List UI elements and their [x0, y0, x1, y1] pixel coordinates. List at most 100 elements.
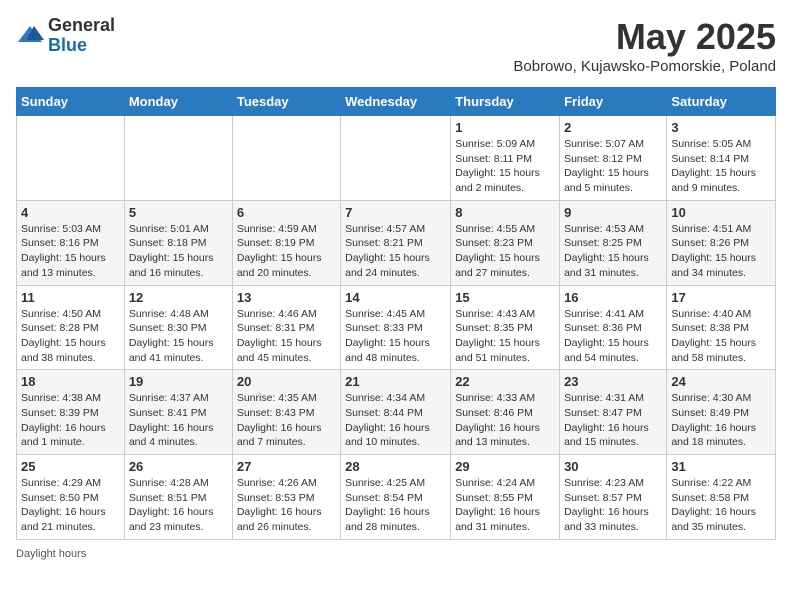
calendar-week-row: 11 Sunrise: 4:50 AMSunset: 8:28 PMDayligh… — [17, 285, 776, 370]
calendar-cell: 12 Sunrise: 4:48 AMSunset: 8:30 PMDayligh… — [124, 285, 232, 370]
day-number: 4 — [21, 205, 120, 220]
month-title: May 2025 — [513, 16, 776, 58]
day-number: 28 — [345, 459, 446, 474]
title-block: May 2025 Bobrowo, Kujawsko-Pomorskie, Po… — [513, 16, 776, 75]
calendar-cell: 30Sunrise: 4:23 AMSunset: 8:57 PMDayligh… — [560, 455, 667, 540]
calendar-cell: 29 Sunrise: 4:24 AMSunset: 8:55 PMDayligh… — [451, 455, 560, 540]
day-number: 11 — [21, 290, 120, 305]
day-info: Sunrise: 4:30 AMSunset: 8:49 PMDaylight:… — [671, 391, 771, 450]
calendar-cell: 25Sunrise: 4:29 AMSunset: 8:50 PMDayligh… — [17, 455, 125, 540]
day-info: Sunrise: 4:22 AMSunset: 8:58 PMDaylight:… — [671, 476, 771, 535]
calendar-cell — [232, 116, 340, 201]
day-number: 18 — [21, 374, 120, 389]
location: Bobrowo, Kujawsko-Pomorskie, Poland — [513, 58, 776, 75]
day-info: Sunrise: 5:09 AMSunset: 8:11 PMDaylight:… — [455, 137, 555, 196]
day-info: Sunrise: 4:43 AMSunset: 8:35 PMDaylight:… — [455, 307, 555, 366]
header: General Blue May 2025 Bobrowo, Kujawsko-… — [16, 16, 776, 75]
calendar-cell — [341, 116, 451, 201]
calendar-header-row: SundayMondayTuesdayWednesdayThursdayFrid… — [17, 88, 776, 116]
day-info: Sunrise: 4:45 AMSunset: 8:33 PMDaylight:… — [345, 307, 446, 366]
calendar-table: SundayMondayTuesdayWednesdayThursdayFrid… — [16, 87, 776, 540]
calendar-cell: 31 Sunrise: 4:22 AMSunset: 8:58 PMDayligh… — [667, 455, 776, 540]
calendar-cell: 19 Sunrise: 4:37 AMSunset: 8:41 PMDayligh… — [124, 370, 232, 455]
day-info: Sunrise: 4:33 AMSunset: 8:46 PMDaylight:… — [455, 391, 555, 450]
day-number: 26 — [129, 459, 228, 474]
day-info: Sunrise: 4:46 AMSunset: 8:31 PMDaylight:… — [237, 307, 336, 366]
day-of-week-header: Monday — [124, 88, 232, 116]
day-of-week-header: Sunday — [17, 88, 125, 116]
calendar-cell: 23 Sunrise: 4:31 AMSunset: 8:47 PMDayligh… — [560, 370, 667, 455]
day-info: Sunrise: 4:53 AMSunset: 8:25 PMDaylight:… — [564, 222, 662, 281]
calendar-cell: 17 Sunrise: 4:40 AMSunset: 8:38 PMDayligh… — [667, 285, 776, 370]
day-number: 21 — [345, 374, 446, 389]
day-number: 24 — [671, 374, 771, 389]
day-info: Sunrise: 4:48 AMSunset: 8:30 PMDaylight:… — [129, 307, 228, 366]
day-number: 31 — [671, 459, 771, 474]
footer: Daylight hours — [16, 548, 776, 560]
day-info: Sunrise: 4:37 AMSunset: 8:41 PMDaylight:… — [129, 391, 228, 450]
day-info: Sunrise: 4:31 AMSunset: 8:47 PMDaylight:… — [564, 391, 662, 450]
calendar-cell: 20Sunrise: 4:35 AMSunset: 8:43 PMDayligh… — [232, 370, 340, 455]
day-of-week-header: Tuesday — [232, 88, 340, 116]
day-number: 3 — [671, 120, 771, 135]
day-info: Sunrise: 4:34 AMSunset: 8:44 PMDaylight:… — [345, 391, 446, 450]
day-number: 22 — [455, 374, 555, 389]
day-number: 1 — [455, 120, 555, 135]
calendar-cell: 9 Sunrise: 4:53 AMSunset: 8:25 PMDaylight… — [560, 200, 667, 285]
day-info: Sunrise: 5:03 AMSunset: 8:16 PMDaylight:… — [21, 222, 120, 281]
day-number: 5 — [129, 205, 228, 220]
calendar-cell — [124, 116, 232, 201]
day-number: 2 — [564, 120, 662, 135]
day-number: 9 — [564, 205, 662, 220]
day-info: Sunrise: 4:40 AMSunset: 8:38 PMDaylight:… — [671, 307, 771, 366]
day-info: Sunrise: 4:35 AMSunset: 8:43 PMDaylight:… — [237, 391, 336, 450]
calendar-cell: 3Sunrise: 5:05 AMSunset: 8:14 PMDaylight… — [667, 116, 776, 201]
calendar-cell: 2Sunrise: 5:07 AMSunset: 8:12 PMDaylight… — [560, 116, 667, 201]
day-info: Sunrise: 4:28 AMSunset: 8:51 PMDaylight:… — [129, 476, 228, 535]
day-of-week-header: Friday — [560, 88, 667, 116]
calendar-cell: 5Sunrise: 5:01 AMSunset: 8:18 PMDaylight… — [124, 200, 232, 285]
day-info: Sunrise: 4:38 AMSunset: 8:39 PMDaylight:… — [21, 391, 120, 450]
day-info: Sunrise: 4:25 AMSunset: 8:54 PMDaylight:… — [345, 476, 446, 535]
day-number: 16 — [564, 290, 662, 305]
calendar-cell: 26 Sunrise: 4:28 AMSunset: 8:51 PMDayligh… — [124, 455, 232, 540]
day-number: 10 — [671, 205, 771, 220]
day-number: 19 — [129, 374, 228, 389]
day-info: Sunrise: 4:26 AMSunset: 8:53 PMDaylight:… — [237, 476, 336, 535]
day-info: Sunrise: 4:29 AMSunset: 8:50 PMDaylight:… — [21, 476, 120, 535]
calendar-cell: 7 Sunrise: 4:57 AMSunset: 8:21 PMDaylight… — [341, 200, 451, 285]
day-number: 13 — [237, 290, 336, 305]
logo: General Blue — [16, 16, 115, 56]
calendar-week-row: 18 Sunrise: 4:38 AMSunset: 8:39 PMDayligh… — [17, 370, 776, 455]
day-number: 15 — [455, 290, 555, 305]
day-info: Sunrise: 4:55 AMSunset: 8:23 PMDaylight:… — [455, 222, 555, 281]
logo-general-text: General — [48, 16, 115, 36]
day-number: 29 — [455, 459, 555, 474]
calendar-cell: 28 Sunrise: 4:25 AMSunset: 8:54 PMDayligh… — [341, 455, 451, 540]
day-info: Sunrise: 4:51 AMSunset: 8:26 PMDaylight:… — [671, 222, 771, 281]
calendar-cell: 13 Sunrise: 4:46 AMSunset: 8:31 PMDayligh… — [232, 285, 340, 370]
day-number: 17 — [671, 290, 771, 305]
calendar-cell: 18 Sunrise: 4:38 AMSunset: 8:39 PMDayligh… — [17, 370, 125, 455]
day-of-week-header: Saturday — [667, 88, 776, 116]
day-number: 7 — [345, 205, 446, 220]
day-number: 30 — [564, 459, 662, 474]
calendar-cell: 14Sunrise: 4:45 AMSunset: 8:33 PMDayligh… — [341, 285, 451, 370]
calendar-cell: 21 Sunrise: 4:34 AMSunset: 8:44 PMDayligh… — [341, 370, 451, 455]
day-info: Sunrise: 4:59 AMSunset: 8:19 PMDaylight:… — [237, 222, 336, 281]
day-of-week-header: Wednesday — [341, 88, 451, 116]
daylight-label: Daylight hours — [16, 548, 86, 560]
day-number: 23 — [564, 374, 662, 389]
day-of-week-header: Thursday — [451, 88, 560, 116]
logo-blue-text: Blue — [48, 36, 115, 56]
day-number: 12 — [129, 290, 228, 305]
day-info: Sunrise: 4:57 AMSunset: 8:21 PMDaylight:… — [345, 222, 446, 281]
day-info: Sunrise: 4:24 AMSunset: 8:55 PMDaylight:… — [455, 476, 555, 535]
calendar-cell: 27Sunrise: 4:26 AMSunset: 8:53 PMDayligh… — [232, 455, 340, 540]
day-number: 6 — [237, 205, 336, 220]
calendar-week-row: 1 Sunrise: 5:09 AMSunset: 8:11 PMDaylight… — [17, 116, 776, 201]
calendar-cell: 24 Sunrise: 4:30 AMSunset: 8:49 PMDayligh… — [667, 370, 776, 455]
logo-icon — [16, 22, 44, 50]
calendar-cell: 8Sunrise: 4:55 AMSunset: 8:23 PMDaylight… — [451, 200, 560, 285]
day-info: Sunrise: 4:50 AMSunset: 8:28 PMDaylight:… — [21, 307, 120, 366]
